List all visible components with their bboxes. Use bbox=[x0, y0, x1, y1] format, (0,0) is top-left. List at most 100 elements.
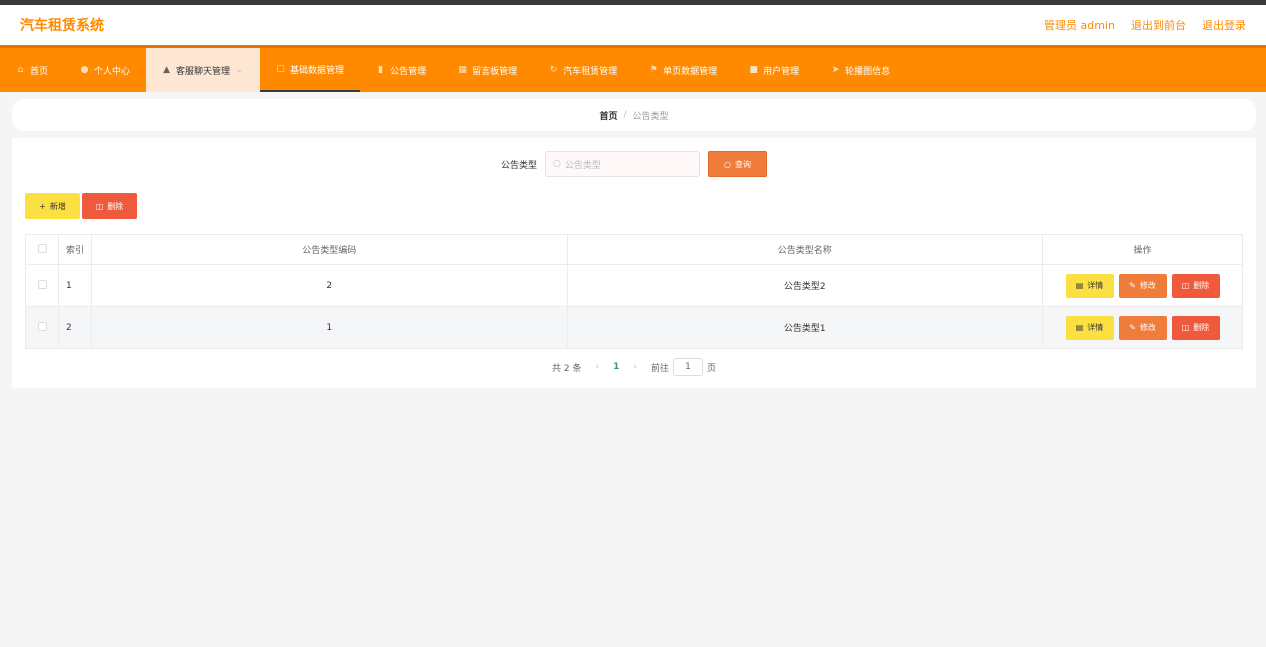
edit-button[interactable]: ✎ 修改 bbox=[1118, 273, 1167, 298]
detail-button[interactable]: ▤ 详情 bbox=[1065, 273, 1114, 298]
detail-button[interactable]: ▤ 详情 bbox=[1065, 315, 1114, 340]
data-table: 索引 公告类型编码 公告类型名称 操作 1 2 公告类型2 ▤ 详情 ✎ 修改 … bbox=[25, 234, 1243, 349]
nav-item-car-rental[interactable]: ↻ 汽车租赁管理 bbox=[533, 48, 633, 92]
add-button[interactable]: + 新增 bbox=[25, 193, 80, 219]
nav-item-label: 轮播图信息 bbox=[845, 66, 891, 77]
app-title: 汽车租赁系统 bbox=[20, 18, 104, 34]
nav-item-label: 单页数据管理 bbox=[663, 66, 718, 77]
pagination: 共 2 条 ‹ 1 › 前往 1 页 bbox=[25, 349, 1243, 385]
page-unit: 页 bbox=[706, 363, 716, 374]
delete-button[interactable]: ◫ 删除 bbox=[82, 193, 137, 219]
add-button-label: 新增 bbox=[49, 201, 66, 211]
next-page-icon[interactable]: › bbox=[633, 362, 637, 372]
nav-item-label: 首页 bbox=[30, 66, 49, 77]
page-number[interactable]: 1 bbox=[613, 362, 619, 372]
nav-item-basic-data[interactable]: ▢ 基础数据管理 bbox=[260, 48, 361, 92]
search-icon: ○ bbox=[553, 159, 561, 169]
header-links: 管理员 admin 退出到前台 退出登录 bbox=[1044, 17, 1246, 33]
home-icon: ⌂ bbox=[17, 65, 24, 75]
trash-icon: ◫ bbox=[1181, 281, 1190, 290]
row-name: 公告类型1 bbox=[566, 306, 1043, 349]
logout-link[interactable]: 退出登录 bbox=[1202, 17, 1246, 33]
row-index: 1 bbox=[58, 264, 92, 307]
nav-item-label: 用户管理 bbox=[763, 66, 800, 77]
row-ops: ▤ 详情 ✎ 修改 ◫ 删除 bbox=[1042, 306, 1243, 349]
edit-button[interactable]: ✎ 修改 bbox=[1118, 315, 1167, 340]
select-all-checkbox[interactable] bbox=[25, 234, 59, 265]
plus-icon: + bbox=[39, 201, 46, 211]
goto-page: 前往 1 页 bbox=[651, 358, 716, 376]
edit-label: 修改 bbox=[1139, 281, 1156, 290]
send-icon: ➤ bbox=[831, 65, 840, 75]
document-icon: ▤ bbox=[1075, 281, 1084, 290]
breadcrumb-home[interactable]: 首页 bbox=[599, 109, 617, 122]
pencil-icon: ✎ bbox=[1129, 281, 1136, 290]
header-code: 公告类型编码 bbox=[91, 234, 568, 265]
search-input[interactable]: ○ 公告类型 bbox=[545, 151, 700, 177]
row-checkbox[interactable] bbox=[25, 306, 59, 349]
nav-item-label: 汽车租赁管理 bbox=[563, 66, 618, 77]
data-icon: ▢ bbox=[276, 64, 285, 74]
search-icon: ○ bbox=[724, 159, 731, 169]
total-count: 共 2 条 bbox=[552, 363, 582, 374]
breadcrumb: 首页 / 公告类型 bbox=[12, 99, 1256, 131]
admin-label[interactable]: 管理员 admin bbox=[1044, 17, 1115, 33]
row-delete-label: 删除 bbox=[1193, 323, 1210, 332]
search-placeholder: 公告类型 bbox=[564, 160, 601, 171]
nav-item-label: 留言板管理 bbox=[472, 66, 518, 77]
header-index: 索引 bbox=[58, 234, 92, 265]
nav-item-single-page[interactable]: ⚑ 单页数据管理 bbox=[633, 48, 733, 92]
message-icon: ▦ bbox=[458, 65, 467, 75]
trash-icon: ◫ bbox=[1181, 323, 1190, 332]
nav-item-profile[interactable]: ● 个人中心 bbox=[64, 48, 146, 92]
breadcrumb-current: 公告类型 bbox=[632, 111, 669, 122]
row-delete-button[interactable]: ◫ 删除 bbox=[1171, 273, 1220, 298]
table-row: 2 1 公告类型1 ▤ 详情 ✎ 修改 ◫ 删除 bbox=[25, 306, 1243, 349]
detail-label: 详情 bbox=[1087, 323, 1104, 332]
header-name: 公告类型名称 bbox=[566, 234, 1043, 265]
nav-item-users[interactable]: ■ 用户管理 bbox=[733, 48, 815, 92]
row-index: 2 bbox=[58, 306, 92, 349]
delete-button-label: 删除 bbox=[107, 201, 124, 211]
row-ops: ▤ 详情 ✎ 修改 ◫ 删除 bbox=[1042, 264, 1243, 307]
chevron-down-icon: ⌄ bbox=[235, 65, 244, 75]
app-header: 汽车租赁系统 管理员 admin 退出到前台 退出登录 bbox=[0, 5, 1266, 45]
page-input[interactable]: 1 bbox=[672, 358, 703, 376]
row-delete-button[interactable]: ◫ 删除 bbox=[1171, 315, 1220, 340]
prev-page-icon[interactable]: ‹ bbox=[595, 362, 599, 372]
query-button-label: 查询 bbox=[734, 159, 751, 169]
nav-item-label: 公告管理 bbox=[390, 66, 427, 77]
row-name: 公告类型2 bbox=[566, 264, 1043, 307]
pencil-icon: ✎ bbox=[1129, 323, 1136, 332]
row-code: 1 bbox=[91, 306, 568, 349]
nav-item-label: 客服聊天管理 bbox=[176, 66, 231, 77]
goto-label: 前往 bbox=[650, 363, 669, 374]
breadcrumb-separator: / bbox=[623, 110, 627, 120]
row-checkbox[interactable] bbox=[25, 264, 59, 307]
nav-item-home[interactable]: ⌂ 首页 bbox=[0, 48, 64, 92]
chat-icon: ▲ bbox=[163, 65, 170, 75]
search-row: 公告类型 ○ 公告类型 ○ 查询 bbox=[25, 138, 1243, 190]
notice-icon: ▮ bbox=[378, 65, 384, 75]
header-ops: 操作 bbox=[1042, 234, 1243, 265]
query-button[interactable]: ○ 查询 bbox=[708, 151, 767, 177]
main-nav: ⌂ 首页 ● 个人中心 ▲ 客服聊天管理 ⌄ ▢ 基础数据管理 ▮ 公告管理 ▦… bbox=[0, 45, 1266, 92]
table-header-row: 索引 公告类型编码 公告类型名称 操作 bbox=[25, 234, 1243, 265]
user-icon: ● bbox=[80, 65, 89, 75]
to-front-link[interactable]: 退出到前台 bbox=[1131, 17, 1186, 33]
nav-item-label: 基础数据管理 bbox=[290, 65, 345, 76]
row-code: 2 bbox=[91, 264, 568, 307]
row-delete-label: 删除 bbox=[1193, 281, 1210, 290]
trash-icon: ◫ bbox=[95, 201, 104, 211]
detail-label: 详情 bbox=[1087, 281, 1104, 290]
action-row: + 新增 ◫ 删除 bbox=[25, 193, 1243, 221]
users-icon: ■ bbox=[749, 65, 758, 75]
nav-item-notice[interactable]: ▮ 公告管理 bbox=[360, 48, 442, 92]
nav-item-chat[interactable]: ▲ 客服聊天管理 ⌄ bbox=[146, 48, 261, 92]
content-card: 公告类型 ○ 公告类型 ○ 查询 + 新增 ◫ 删除 索引 公告类型编码 公告类… bbox=[12, 138, 1256, 388]
nav-item-label: 个人中心 bbox=[94, 66, 131, 77]
flag-icon: ⚑ bbox=[649, 65, 658, 75]
document-icon: ▤ bbox=[1075, 323, 1084, 332]
nav-item-message-board[interactable]: ▦ 留言板管理 bbox=[442, 48, 533, 92]
nav-item-carousel[interactable]: ➤ 轮播图信息 bbox=[815, 48, 906, 92]
